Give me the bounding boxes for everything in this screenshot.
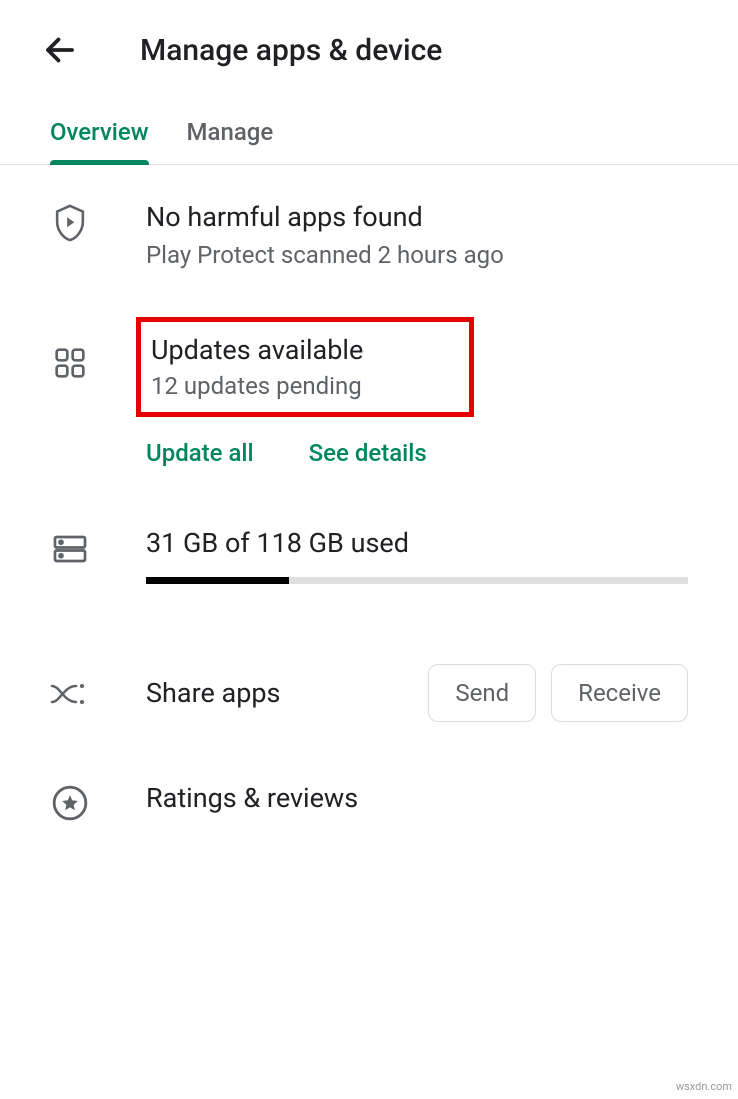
send-button[interactable]: Send [428, 664, 536, 722]
page-title: Manage apps & device [140, 33, 442, 68]
storage-section[interactable]: 31 GB of 118 GB used [50, 467, 688, 584]
shield-play-icon [52, 203, 88, 243]
updates-title: Updates available [151, 334, 459, 366]
tab-manage[interactable]: Manage [187, 100, 274, 164]
apps-grid-icon [54, 347, 86, 379]
back-button[interactable] [40, 30, 80, 70]
updates-section: Updates available 12 updates pending Upd… [50, 269, 688, 467]
share-shuffle-icon [50, 680, 90, 708]
tab-bar: Overview Manage [0, 100, 738, 165]
updates-highlight-box: Updates available 12 updates pending [136, 317, 474, 417]
watermark: wsxdn.com [676, 1080, 732, 1093]
ratings-section[interactable]: Ratings & reviews [50, 722, 688, 822]
storage-progress-fill [146, 577, 289, 584]
storage-title: 31 GB of 118 GB used [146, 527, 688, 559]
update-all-button[interactable]: Update all [146, 439, 254, 467]
share-apps-section: Share apps Send Receive [50, 584, 688, 722]
updates-subtitle: 12 updates pending [151, 372, 459, 400]
receive-button[interactable]: Receive [551, 664, 688, 722]
play-protect-section[interactable]: No harmful apps found Play Protect scann… [50, 165, 688, 269]
storage-progress-bar [146, 577, 688, 584]
star-circle-icon [51, 784, 89, 822]
protect-subtitle: Play Protect scanned 2 hours ago [146, 241, 688, 269]
storage-icon [52, 531, 88, 567]
arrow-back-icon [42, 32, 78, 68]
see-details-button[interactable]: See details [309, 439, 427, 467]
ratings-title: Ratings & reviews [146, 782, 358, 814]
share-title: Share apps [146, 677, 428, 709]
tab-overview[interactable]: Overview [50, 100, 149, 164]
protect-title: No harmful apps found [146, 201, 688, 233]
